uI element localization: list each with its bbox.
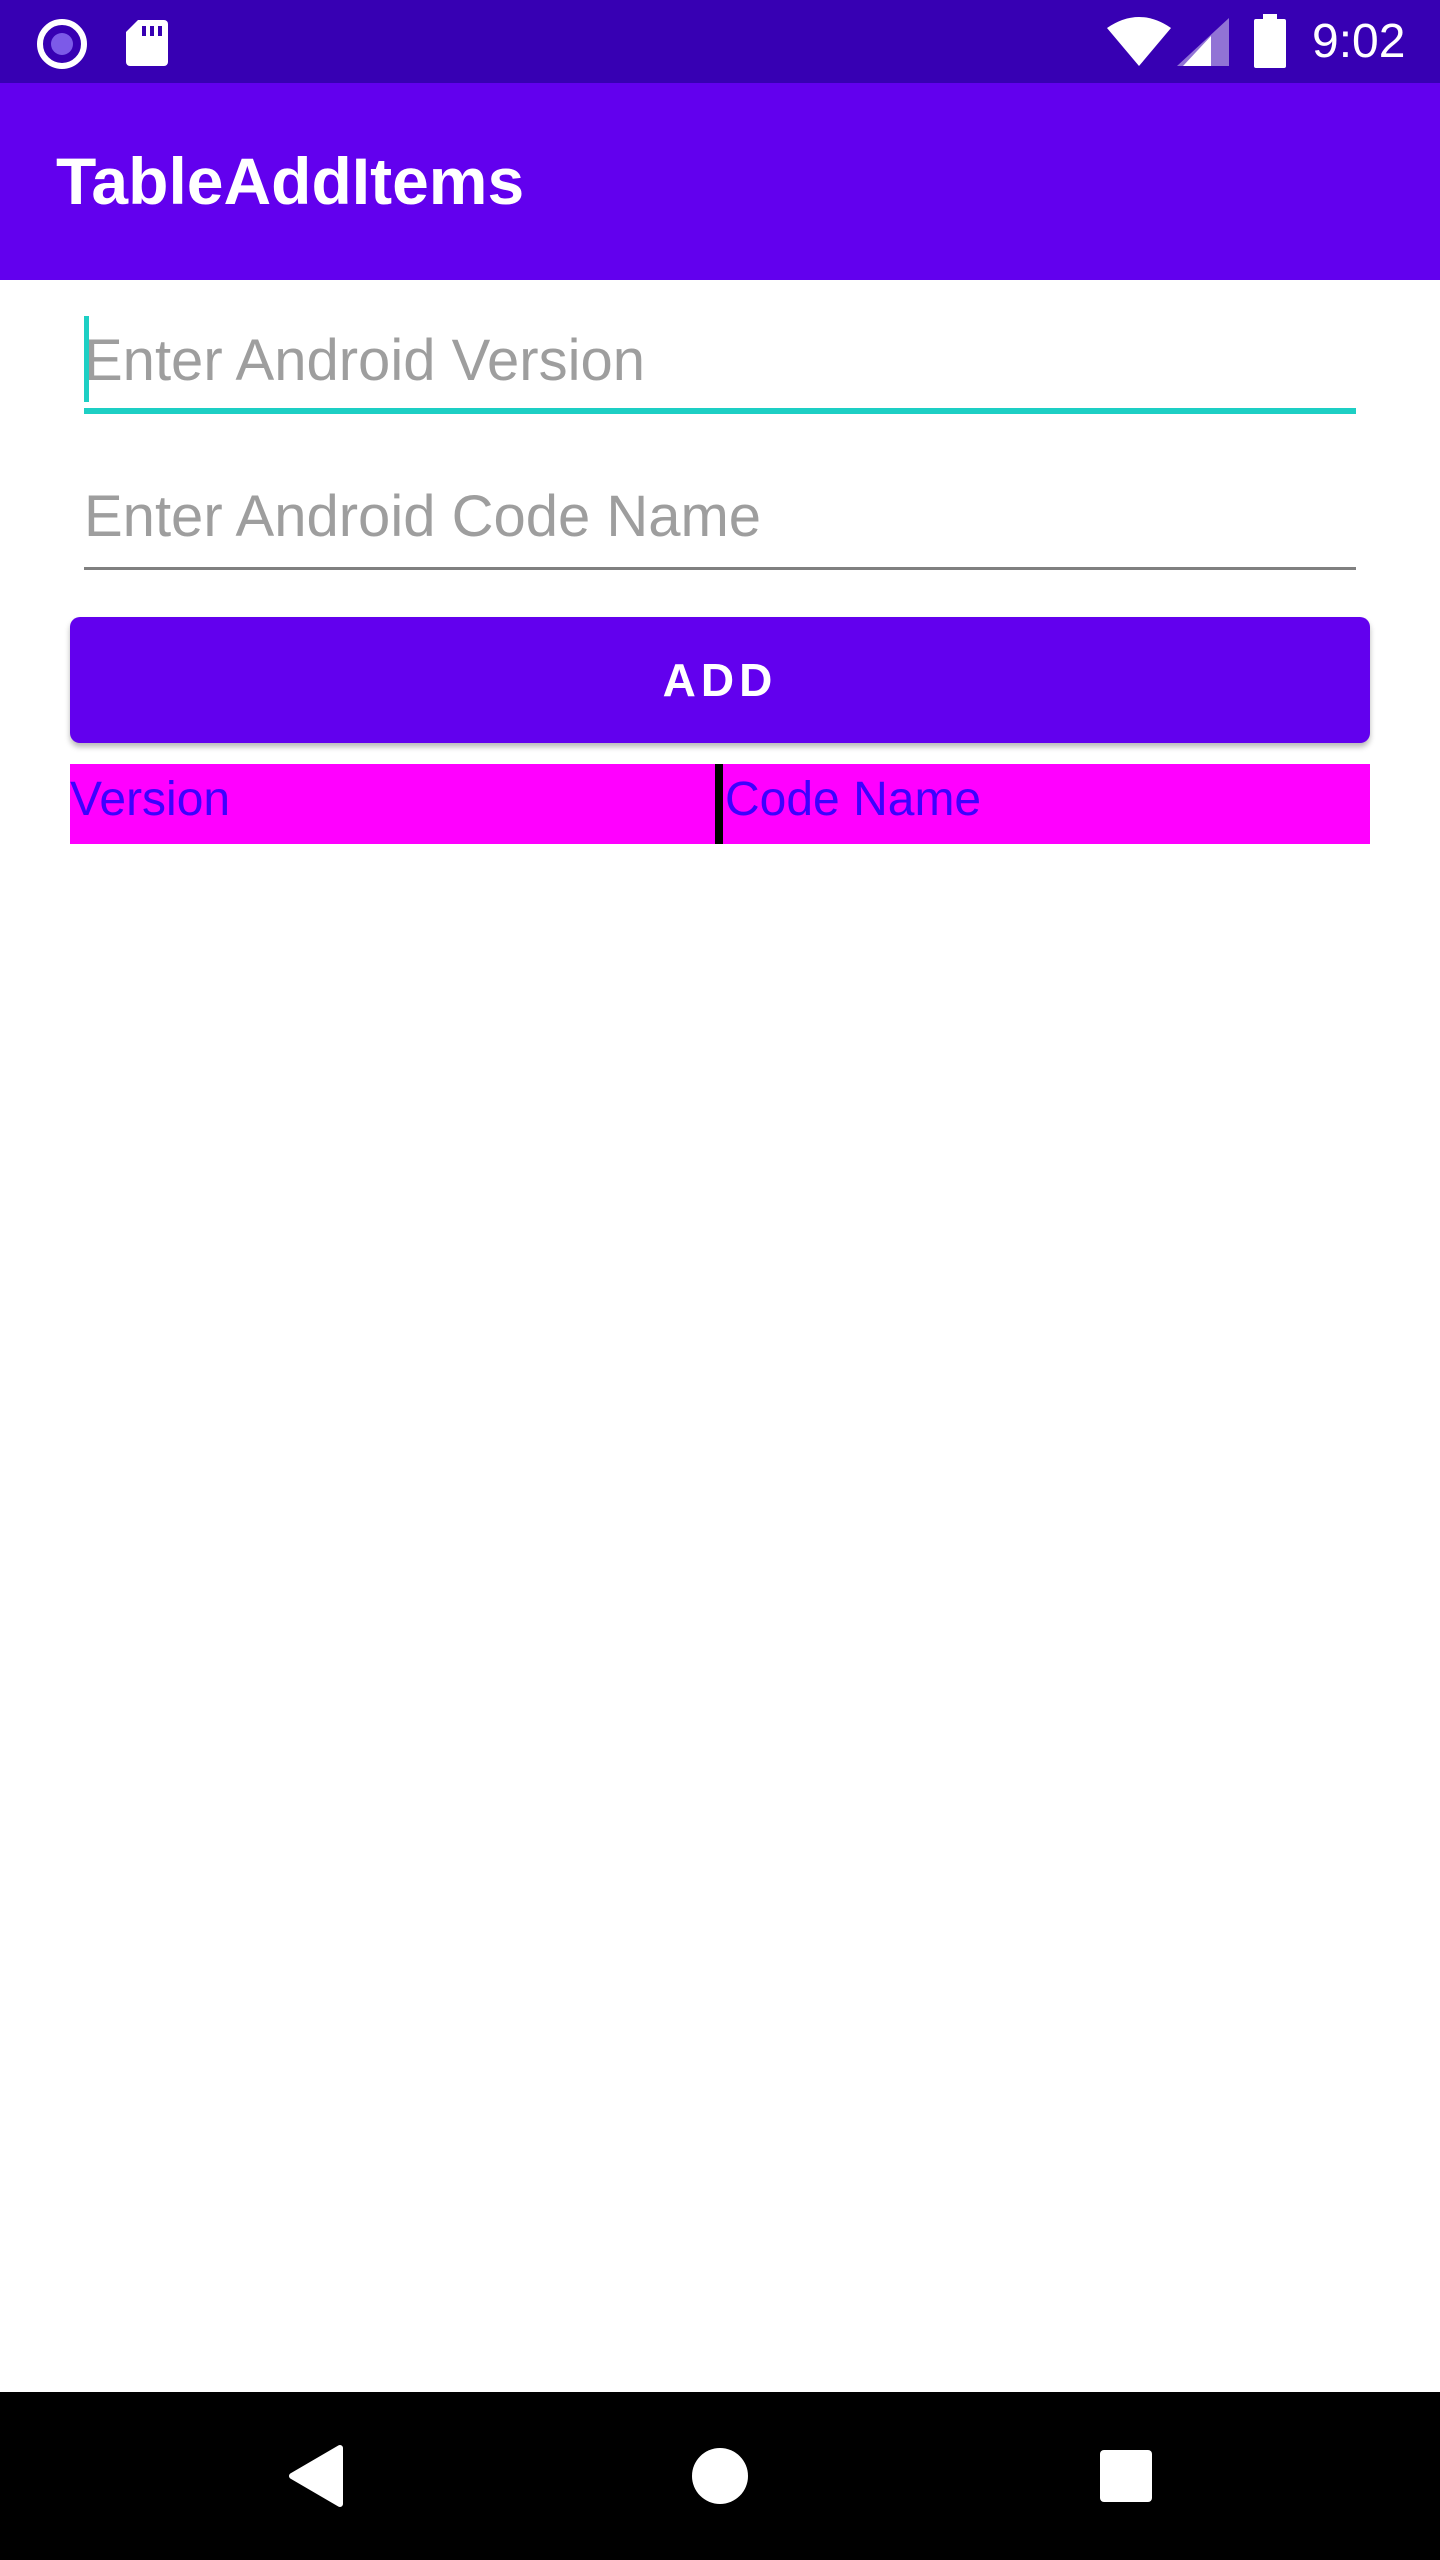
status-time: 9:02 (1312, 15, 1406, 68)
back-button[interactable] (236, 2392, 396, 2560)
cell-signal-icon (1177, 18, 1229, 66)
version-field[interactable] (84, 310, 1356, 414)
version-input-underline (84, 408, 1356, 414)
app-bar: TableAddItems (0, 83, 1440, 280)
code-name-input[interactable] (84, 466, 1356, 566)
app-title: TableAddItems (56, 144, 525, 218)
version-input[interactable] (84, 310, 1356, 410)
code-name-field[interactable] (84, 466, 1356, 570)
table-header-code-name: Code Name (725, 773, 982, 826)
back-icon (289, 2445, 343, 2507)
home-icon (692, 2448, 748, 2504)
navigation-bar (0, 2392, 1440, 2560)
items-table: Version Code Name (70, 764, 1370, 844)
add-button[interactable]: ADD (70, 617, 1370, 743)
recents-button[interactable] (1046, 2392, 1206, 2560)
notification-circle-icon (37, 19, 87, 69)
table-column-divider (715, 764, 723, 844)
battery-icon (1254, 14, 1286, 68)
status-bar: 9:02 (0, 0, 1440, 83)
code-name-input-underline (84, 567, 1356, 570)
wifi-icon (1107, 17, 1171, 66)
home-button[interactable] (640, 2392, 800, 2560)
sdcard-icon (126, 20, 168, 66)
recents-icon (1100, 2450, 1152, 2502)
text-cursor (84, 316, 89, 402)
table-header-version: Version (70, 773, 231, 826)
screen: 9:02 TableAddItems ADD Version Code Name (0, 0, 1440, 2560)
